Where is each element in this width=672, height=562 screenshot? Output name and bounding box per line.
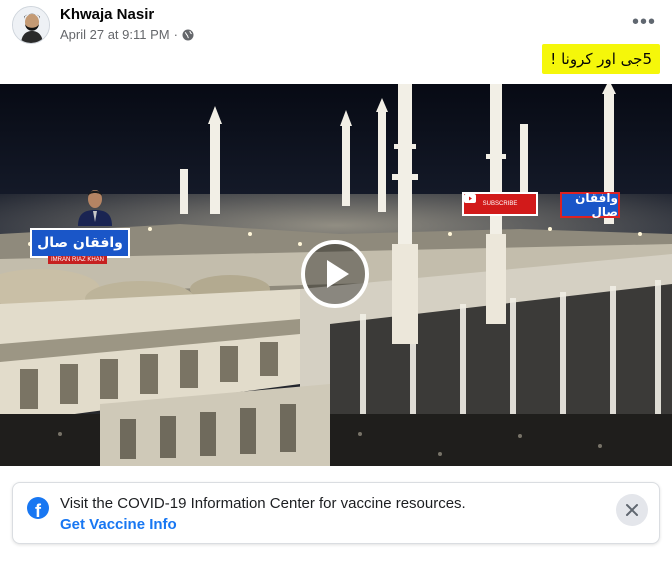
covid-info-card: f Visit the COVID-19 Information Center … xyxy=(12,482,660,544)
more-options-icon[interactable]: ••• xyxy=(630,10,658,34)
channel-logo-small: وافقان صال xyxy=(560,191,620,219)
author-name[interactable]: Khwaja Nasir xyxy=(60,6,154,23)
meta-separator: · xyxy=(173,27,178,42)
youtube-icon xyxy=(464,194,476,203)
play-triangle xyxy=(327,260,349,288)
channel-logo: وافقان صال xyxy=(30,228,130,258)
facebook-icon: f xyxy=(27,497,49,519)
close-icon[interactable] xyxy=(616,494,648,526)
post-timestamp[interactable]: April 27 at 9:11 PM xyxy=(60,27,170,42)
post-meta: April 27 at 9:11 PM · xyxy=(60,27,194,42)
get-vaccine-info-link[interactable]: Get Vaccine Info xyxy=(60,516,177,533)
play-icon[interactable] xyxy=(301,240,369,308)
youtube-subscribe-badge: SUBSCRIBE xyxy=(462,192,538,216)
news-anchor-thumbnail xyxy=(74,184,116,226)
author-avatar[interactable] xyxy=(12,6,50,44)
post-text: 5جی اور کرونا ! xyxy=(542,44,660,74)
covid-info-message: Visit the COVID-19 Information Center fo… xyxy=(60,495,466,512)
youtube-badge-text: SUBSCRIBE xyxy=(482,201,518,207)
globe-icon xyxy=(182,29,194,41)
post-header: Khwaja Nasir April 27 at 9:11 PM · ••• 5… xyxy=(0,0,672,80)
facebook-letter: f xyxy=(35,501,41,519)
anchor-caption: IMRAN RIAZ KHAN xyxy=(48,256,108,264)
more-options-dots: ••• xyxy=(631,10,656,33)
